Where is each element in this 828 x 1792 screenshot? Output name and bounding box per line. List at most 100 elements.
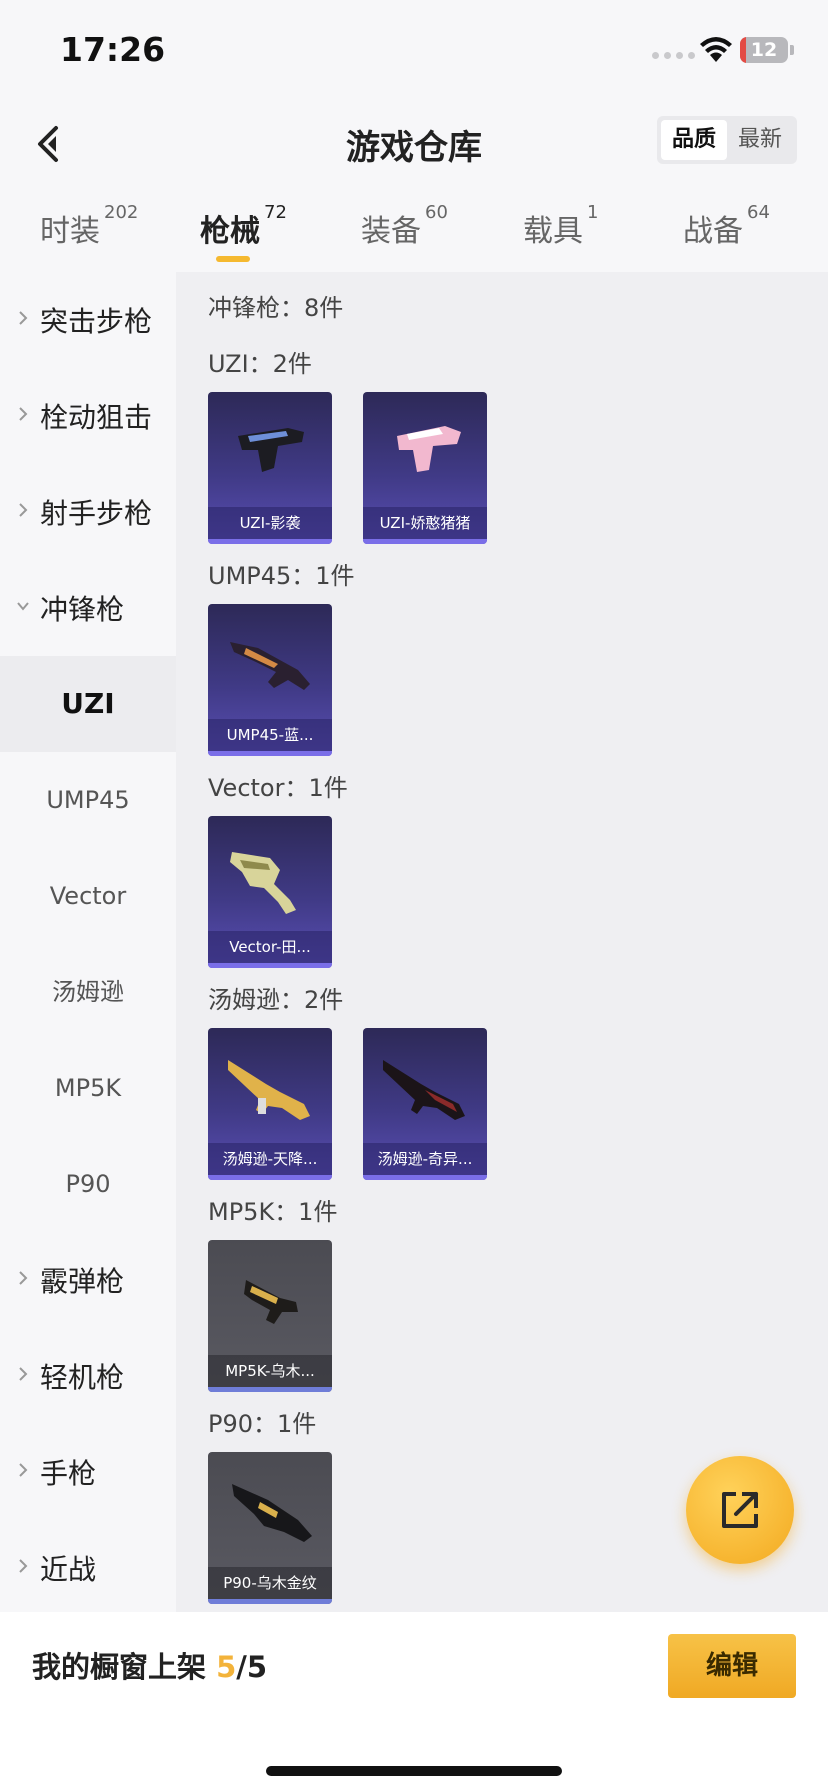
showcase-status: 我的橱窗上架 5/5 bbox=[32, 1644, 267, 1686]
tab-supplies[interactable]: 战备64 bbox=[683, 202, 770, 250]
header: 游戏仓库 品质 最新 bbox=[0, 100, 828, 200]
inventory-content: 冲锋枪：8件 UZI：2件 UZI-影袭 UZI-娇憨猪猪 UMP45：1件 U… bbox=[176, 272, 828, 1612]
battery-cap bbox=[790, 45, 794, 55]
showcase-total: /5 bbox=[236, 1650, 268, 1684]
sort-newest-button[interactable]: 最新 bbox=[727, 120, 793, 160]
tab-count: 1 bbox=[587, 202, 599, 223]
sort-quality-button[interactable]: 品质 bbox=[661, 120, 727, 160]
skin-name: MP5K-乌木... bbox=[208, 1355, 332, 1387]
chevron-right-icon bbox=[19, 407, 28, 421]
rarity-bar bbox=[208, 751, 332, 756]
chevron-right-icon bbox=[19, 503, 28, 517]
skin-card[interactable]: P90-乌木金纹 bbox=[208, 1452, 332, 1604]
sidebar-sub-p90[interactable]: P90 bbox=[0, 1136, 176, 1232]
showcase-label: 我的橱窗上架 bbox=[32, 1650, 217, 1684]
sidebar: 突击步枪 栓动狙击 射手步枪 冲锋枪 UZI UMP45 Vector 汤姆逊 … bbox=[0, 272, 176, 1612]
group-title: 汤姆逊：2件 bbox=[208, 986, 344, 1014]
tab-label: 装备 bbox=[361, 214, 421, 249]
skin-name: Vector-田... bbox=[208, 931, 332, 963]
sidebar-sub-vector[interactable]: Vector bbox=[0, 848, 176, 944]
skin-card[interactable]: 汤姆逊-天降... bbox=[208, 1028, 332, 1180]
edit-button[interactable]: 编辑 bbox=[668, 1634, 796, 1698]
skin-name: UZI-娇憨猪猪 bbox=[363, 507, 487, 539]
skin-name: UMP45-蓝... bbox=[208, 719, 332, 751]
skin-card[interactable]: UMP45-蓝... bbox=[208, 604, 332, 756]
sort-toggle: 品质 最新 bbox=[657, 116, 797, 164]
skin-card[interactable]: MP5K-乌木... bbox=[208, 1240, 332, 1392]
skin-card[interactable]: 汤姆逊-奇异... bbox=[363, 1028, 487, 1180]
sidebar-item-label: 轻机枪 bbox=[40, 1361, 125, 1394]
skin-card[interactable]: UZI-影袭 bbox=[208, 392, 332, 544]
uzi-pink-gun-icon bbox=[397, 426, 461, 472]
rarity-bar bbox=[208, 539, 332, 544]
sidebar-item-pistol[interactable]: 手枪 bbox=[0, 1424, 176, 1520]
tab-fashion[interactable]: 时装202 bbox=[40, 202, 138, 250]
skin-card[interactable]: Vector-田... bbox=[208, 816, 332, 968]
chevron-right-icon bbox=[19, 1367, 28, 1381]
rarity-bar bbox=[208, 963, 332, 968]
group-title: MP5K：1件 bbox=[208, 1198, 338, 1226]
sidebar-item-lmg[interactable]: 轻机枪 bbox=[0, 1328, 176, 1424]
group-title: UMP45：1件 bbox=[208, 562, 355, 590]
tab-count: 60 bbox=[425, 202, 448, 223]
thompson-gold-gun-icon bbox=[228, 1060, 310, 1120]
tab-count: 64 bbox=[747, 202, 770, 223]
thompson-dark-gun-icon bbox=[383, 1060, 465, 1120]
tab-label: 时装 bbox=[40, 214, 100, 249]
sidebar-item-smg[interactable]: 冲锋枪 bbox=[0, 560, 176, 656]
sidebar-sub-thompson[interactable]: 汤姆逊 bbox=[0, 944, 176, 1040]
back-icon[interactable] bbox=[30, 120, 70, 170]
showcase-count: 5 bbox=[216, 1650, 237, 1684]
tab-count: 202 bbox=[104, 202, 139, 223]
rarity-bar bbox=[208, 1175, 332, 1180]
group-title: Vector：1件 bbox=[208, 774, 348, 802]
category-header: 冲锋枪：8件 bbox=[208, 294, 344, 322]
chevron-right-icon bbox=[19, 311, 28, 325]
category-tabs: 时装202 枪械72 装备60 载具1 战备64 bbox=[0, 200, 828, 272]
status-bar: 17:26 12 bbox=[0, 0, 828, 100]
sidebar-item-label: 冲锋枪 bbox=[40, 593, 125, 626]
tab-vehicles[interactable]: 载具1 bbox=[523, 202, 598, 250]
tab-label: 战备 bbox=[683, 214, 743, 249]
vector-gun-icon bbox=[230, 852, 296, 914]
sidebar-item-melee[interactable]: 近战 bbox=[0, 1520, 176, 1616]
sidebar-item-label: 射手步枪 bbox=[40, 497, 153, 530]
p90-gun-icon bbox=[232, 1484, 312, 1542]
uzi-gun-icon bbox=[238, 428, 304, 472]
tab-count: 72 bbox=[264, 202, 287, 223]
tab-label: 载具 bbox=[523, 214, 583, 249]
rarity-bar bbox=[208, 1387, 332, 1392]
active-tab-indicator bbox=[216, 256, 250, 262]
chevron-right-icon bbox=[19, 1559, 28, 1573]
home-indicator[interactable] bbox=[266, 1766, 562, 1776]
ump45-gun-icon bbox=[230, 642, 310, 690]
sidebar-item-shotgun[interactable]: 霰弹枪 bbox=[0, 1232, 176, 1328]
sidebar-item-label: 近战 bbox=[40, 1553, 97, 1586]
sidebar-sub-uzi[interactable]: UZI bbox=[0, 656, 176, 752]
rarity-bar bbox=[363, 539, 487, 544]
sidebar-item-label: 栓动狙击 bbox=[40, 401, 153, 434]
skin-name: 汤姆逊-奇异... bbox=[363, 1143, 487, 1175]
tab-label: 枪械 bbox=[200, 214, 260, 249]
mp5k-gun-icon bbox=[244, 1280, 298, 1324]
signal-icon bbox=[652, 52, 695, 59]
tab-firearms[interactable]: 枪械72 bbox=[200, 202, 287, 250]
share-button[interactable] bbox=[686, 1456, 794, 1564]
sidebar-item-assault-rifle[interactable]: 突击步枪 bbox=[0, 272, 176, 368]
chevron-down-icon bbox=[17, 602, 29, 611]
group-title: P90：1件 bbox=[208, 1410, 317, 1438]
sidebar-sub-ump45[interactable]: UMP45 bbox=[0, 752, 176, 848]
skin-name: P90-乌木金纹 bbox=[208, 1567, 332, 1599]
sidebar-item-bolt-sniper[interactable]: 栓动狙击 bbox=[0, 368, 176, 464]
sidebar-item-label: 手枪 bbox=[40, 1457, 97, 1490]
sidebar-item-marksman-rifle[interactable]: 射手步枪 bbox=[0, 464, 176, 560]
battery-icon: 12 bbox=[740, 37, 788, 63]
sidebar-item-label: 突击步枪 bbox=[40, 305, 153, 338]
battery-level: 12 bbox=[750, 39, 778, 61]
tab-equipment[interactable]: 装备60 bbox=[361, 202, 448, 250]
chevron-right-icon bbox=[19, 1463, 28, 1477]
sidebar-item-label: 霰弹枪 bbox=[40, 1265, 125, 1298]
skin-card[interactable]: UZI-娇憨猪猪 bbox=[363, 392, 487, 544]
sidebar-sub-mp5k[interactable]: MP5K bbox=[0, 1040, 176, 1136]
showcase-bar: 我的橱窗上架 5/5 编辑 bbox=[0, 1612, 828, 1792]
